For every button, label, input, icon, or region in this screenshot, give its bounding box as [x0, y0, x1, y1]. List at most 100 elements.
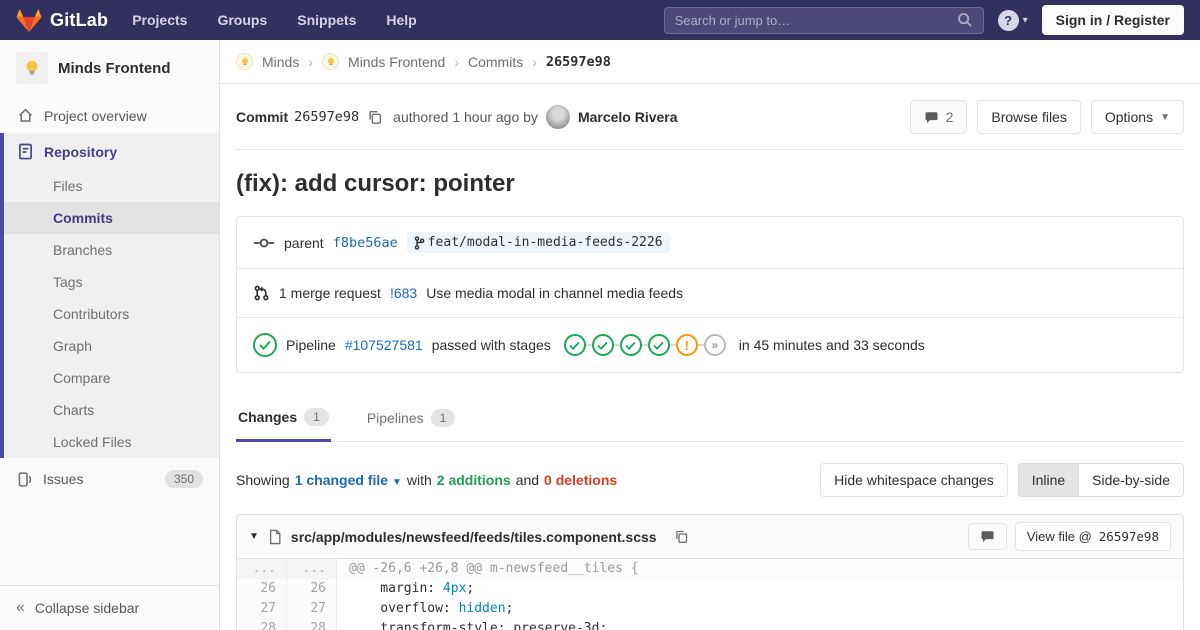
browse-files-button[interactable]: Browse files: [977, 100, 1081, 134]
showing-label: Showing: [236, 472, 290, 488]
help-dropdown[interactable]: ? ▾: [997, 9, 1028, 31]
old-line-number[interactable]: 28: [237, 619, 287, 630]
stage-passed-icon[interactable]: [647, 334, 670, 356]
stage-warning-icon[interactable]: !: [675, 334, 698, 356]
sign-in-register-button[interactable]: Sign in / Register: [1041, 5, 1184, 35]
sidebar-item-branches[interactable]: Branches: [4, 234, 219, 266]
branch-name: feat/modal-in-media-feeds-2226: [427, 235, 663, 250]
merge-request-row: 1 merge request !683 Use media modal in …: [237, 268, 1183, 317]
collapse-sidebar-button[interactable]: « Collapse sidebar: [0, 585, 219, 630]
gitlab-tanuki-icon: [16, 8, 42, 33]
project-sidebar: Minds Frontend Project overview Reposito…: [0, 40, 220, 630]
branch-ref-label[interactable]: feat/modal-in-media-feeds-2226: [406, 232, 670, 253]
inline-view-button[interactable]: Inline: [1018, 464, 1079, 496]
pipeline-id-link[interactable]: #107527581: [345, 337, 423, 353]
merge-request-link[interactable]: !683: [390, 285, 417, 301]
sidebar-item-label: Project overview: [44, 107, 147, 124]
sidebar-item-project-overview[interactable]: Project overview: [0, 98, 219, 133]
new-line-number[interactable]: 28: [287, 619, 337, 630]
changed-files-dropdown[interactable]: 1 changed file ▼: [295, 472, 402, 488]
stage-connector: [613, 344, 620, 346]
breadcrumb-separator: ›: [532, 53, 537, 70]
sidebar-item-label: Issues: [43, 471, 84, 487]
view-file-label: View file @: [1026, 529, 1092, 544]
sidebar-item-graph[interactable]: Graph: [4, 330, 219, 362]
issues-icon: [16, 471, 33, 488]
code-text: ;: [466, 581, 475, 596]
sidebar-item-files[interactable]: Files: [4, 170, 219, 202]
side-by-side-view-button[interactable]: Side-by-side: [1078, 464, 1183, 496]
collapse-file-icon[interactable]: ▼: [249, 531, 259, 542]
nav-item-groups[interactable]: Groups: [217, 12, 267, 28]
file-icon: [268, 529, 282, 545]
diff-file-path[interactable]: src/app/modules/newsfeed/feeds/tiles.com…: [291, 529, 657, 545]
stage-connector: [585, 344, 592, 346]
new-line-number[interactable]: 27: [287, 599, 337, 619]
sidebar-item-tags[interactable]: Tags: [4, 266, 219, 298]
stage-passed-icon[interactable]: [591, 334, 614, 356]
view-file-button[interactable]: View file @ 26597e98: [1014, 522, 1171, 551]
nav-item-projects[interactable]: Projects: [132, 12, 187, 28]
tab-changes[interactable]: Changes 1: [236, 397, 331, 442]
tab-pipelines[interactable]: Pipelines 1: [365, 397, 458, 441]
copy-path-icon[interactable]: [674, 529, 689, 544]
merge-request-icon: [253, 284, 270, 302]
commit-title: (fix): add cursor: pointer: [236, 170, 515, 197]
breadcrumb-separator: ›: [308, 53, 314, 70]
breadcrumb-minds-frontend[interactable]: Minds Frontend: [348, 54, 445, 70]
stage-passed-icon[interactable]: [563, 334, 586, 356]
nav-item-snippets[interactable]: Snippets: [297, 12, 356, 28]
old-line-number[interactable]: 27: [237, 599, 287, 619]
copy-sha-icon[interactable]: [367, 109, 383, 125]
comment-count: 2: [945, 109, 954, 125]
branch-icon: [414, 235, 425, 250]
hide-whitespace-button[interactable]: Hide whitespace changes: [820, 463, 1008, 497]
search-input[interactable]: [674, 12, 957, 28]
file-comment-button[interactable]: [967, 523, 1007, 550]
project-avatar-small: [322, 53, 340, 70]
commit-label: Commit: [236, 109, 289, 125]
old-line-number: ...: [237, 559, 287, 579]
code-line: overflow: hidden;: [337, 599, 1183, 619]
new-line-number[interactable]: 26: [287, 579, 337, 599]
parent-sha-link[interactable]: f8be56ae: [333, 235, 398, 251]
diff-code-row: 28 28 transform-style: preserve-3d;: [237, 619, 1183, 630]
merge-request-count: 1 merge request: [279, 285, 381, 301]
nav-item-help[interactable]: Help: [386, 12, 416, 28]
global-search[interactable]: [663, 6, 984, 34]
stage-passed-icon[interactable]: [619, 334, 642, 356]
comment-bubble-icon: [924, 111, 939, 124]
options-dropdown-button[interactable]: Options ▼: [1090, 100, 1184, 134]
sidebar-item-locked-files[interactable]: Locked Files: [4, 426, 219, 458]
view-file-sha: 26597e98: [1098, 529, 1159, 544]
project-avatar: [16, 52, 48, 84]
sidebar-item-issues[interactable]: Issues 350: [0, 458, 219, 500]
commit-icon: [253, 236, 275, 250]
comment-bubble-icon: [980, 530, 995, 543]
code-value: hidden: [458, 601, 506, 616]
pipeline-passed-icon[interactable]: [253, 333, 277, 357]
sidebar-item-contributors[interactable]: Contributors: [4, 298, 219, 330]
main-content: Minds › Minds Frontend › Commits › 26597…: [220, 40, 1200, 630]
sidebar-item-repository[interactable]: Repository: [4, 133, 219, 170]
search-icon: [957, 12, 973, 28]
breadcrumb-minds[interactable]: Minds: [262, 54, 299, 70]
code-line: transform-style: preserve-3d;: [337, 619, 1183, 630]
gitlab-logo-link[interactable]: GitLab: [16, 8, 108, 33]
author-avatar[interactable]: [545, 105, 570, 129]
comments-count-button[interactable]: 2: [909, 100, 968, 134]
tab-label: Pipelines: [366, 410, 424, 426]
top-navbar: GitLab Projects Groups Snippets Help ? ▾…: [0, 0, 1200, 40]
options-label: Options: [1104, 109, 1154, 125]
merge-request-title: Use media modal in channel media feeds: [426, 285, 684, 301]
sidebar-item-compare[interactable]: Compare: [4, 362, 219, 394]
author-name[interactable]: Marcelo Rivera: [578, 109, 678, 125]
project-context-header[interactable]: Minds Frontend: [0, 40, 219, 98]
breadcrumb-commits[interactable]: Commits: [468, 54, 523, 70]
sidebar-item-commits[interactable]: Commits: [4, 202, 219, 234]
old-line-number[interactable]: 26: [237, 579, 287, 599]
issues-count-badge: 350: [164, 470, 203, 488]
stage-skipped-icon[interactable]: »: [703, 334, 726, 356]
pipelines-count-badge: 1: [430, 409, 456, 427]
sidebar-item-charts[interactable]: Charts: [4, 394, 219, 426]
